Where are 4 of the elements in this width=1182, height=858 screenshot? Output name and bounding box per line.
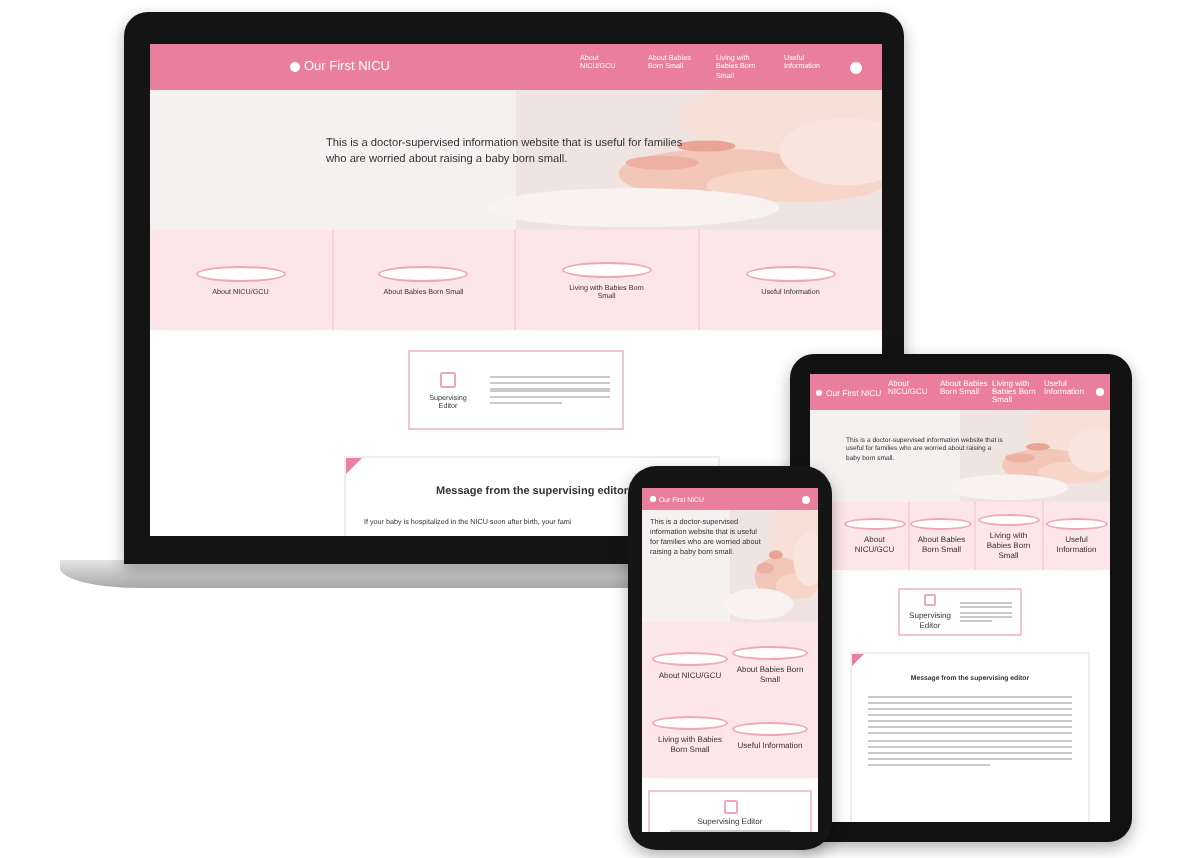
corner-mark <box>346 458 362 474</box>
text-lines-drawing <box>490 375 610 405</box>
text-lines-drawing <box>960 602 1012 622</box>
corner-mark <box>852 654 864 666</box>
